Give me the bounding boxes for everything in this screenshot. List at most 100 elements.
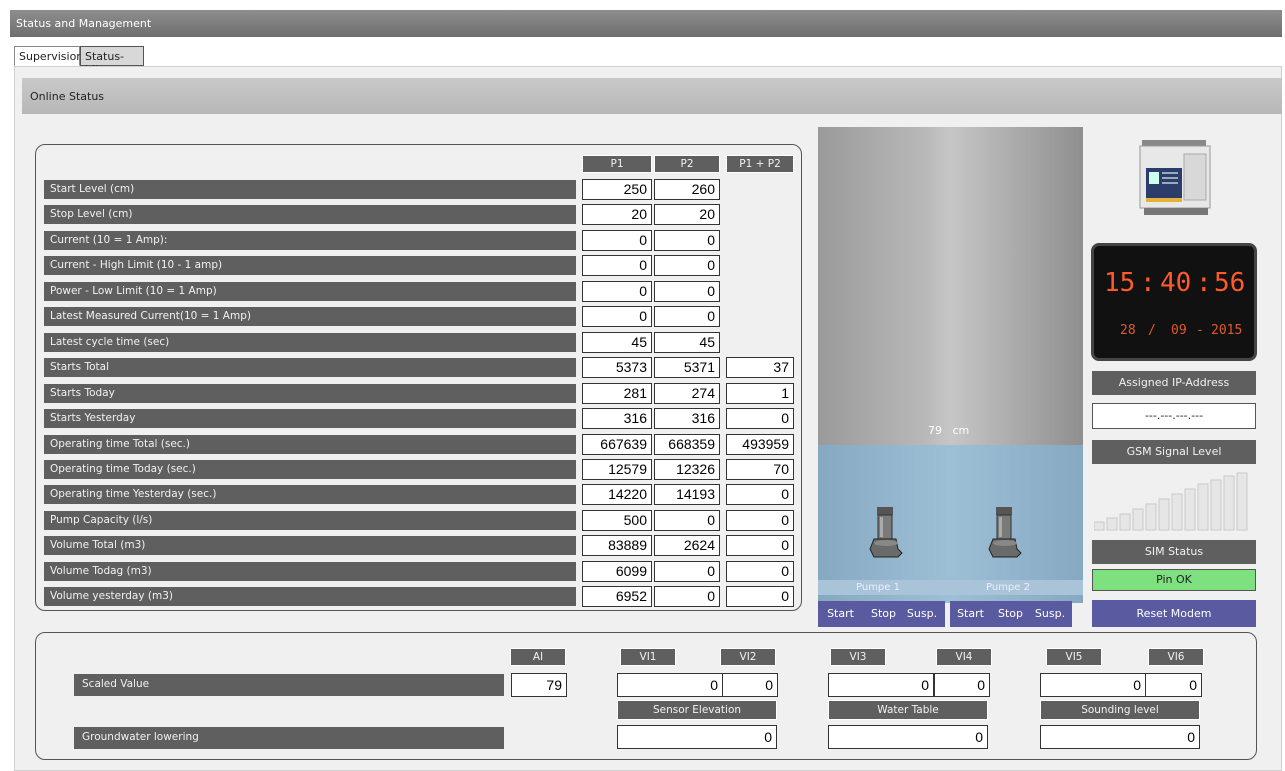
value-p2: 260	[654, 179, 720, 200]
clock-hours: 15	[1104, 268, 1136, 298]
gsm-signal-bars-icon	[1093, 472, 1254, 532]
value-p2: 20	[654, 204, 720, 225]
value-p1: 281	[582, 383, 652, 404]
value-p1-p2: 493959	[726, 434, 794, 455]
clock-display	[1091, 243, 1257, 361]
clock-date-separator-1: /	[1148, 323, 1156, 338]
value-p2: 0	[654, 510, 720, 531]
pump-2-label: Pumpe 2	[986, 582, 1030, 593]
channel-header-vi3: VI3	[830, 648, 886, 666]
scaled-value-vi2: 0	[722, 673, 778, 697]
row-label: Current (10 = 1 Amp):	[44, 231, 576, 250]
value-p1-p2: 0	[726, 408, 794, 429]
clock-minutes: 40	[1160, 268, 1192, 298]
row-label: Start Level (cm)	[44, 180, 576, 199]
value-p1: 500	[582, 510, 652, 531]
row-label: Operating time Yesterday (sec.)	[44, 485, 576, 504]
column-header-p2: P2	[654, 155, 720, 173]
pump-2-suspend-button[interactable]: Susp.	[1031, 603, 1069, 625]
value-p2: 14193	[654, 484, 720, 505]
value-p1: 83889	[582, 535, 652, 556]
sim-status-label: SIM Status	[1092, 540, 1256, 564]
tab-supervision[interactable]: Supervision	[14, 46, 83, 66]
pump-1-start-button[interactable]: Start	[824, 603, 857, 625]
value-p1: 6952	[582, 586, 652, 607]
gsm-signal-label: GSM Signal Level	[1092, 440, 1256, 464]
row-label: Starts Today	[44, 384, 576, 403]
scaled-value-vi6: 0	[1145, 673, 1202, 697]
window-title-bar: Status and Management	[10, 10, 1282, 37]
window-title: Status and Management	[16, 17, 152, 30]
scaled-value-vi3: 0	[828, 673, 934, 697]
value-p1: 5373	[582, 357, 652, 378]
pump-1-label: Pumpe 1	[856, 582, 900, 593]
plc-device-icon	[1138, 140, 1218, 225]
value-p1-p2: 0	[726, 484, 794, 505]
row-label: Latest Measured Current(10 = 1 Amp)	[44, 307, 576, 326]
channel-header-vi2: VI2	[720, 648, 776, 666]
scaled-value-vi5: 0	[1040, 673, 1146, 697]
scaled-value-vi4: 0	[934, 673, 990, 697]
clock-day: 28	[1120, 323, 1136, 338]
value-p2: 274	[654, 383, 720, 404]
groundwater-header: Sensor Elevation	[617, 700, 777, 720]
value-p2: 0	[654, 561, 720, 582]
row-label: Operating time Total (sec.)	[44, 435, 576, 454]
scaled-value-ai: 79	[511, 673, 567, 697]
value-p1-p2: 70	[726, 459, 794, 480]
value-p2: 5371	[654, 357, 720, 378]
value-p1: 250	[582, 179, 652, 200]
scaled-value-vi1: 0	[617, 673, 723, 697]
tank-level-readout: 79 cm	[928, 424, 969, 437]
row-label: Power - Low Limit (10 = 1 Amp)	[44, 282, 576, 301]
channel-header-ai: AI	[510, 648, 566, 666]
ip-address-label: Assigned IP-Address	[1092, 371, 1256, 395]
value-p2: 12326	[654, 459, 720, 480]
tab-status-bits[interactable]: Status-bits	[80, 46, 144, 76]
clock-separator-2: :	[1196, 268, 1212, 298]
value-p1-p2: 0	[726, 586, 794, 607]
row-label: Starts Total	[44, 358, 576, 377]
value-p2: 0	[654, 306, 720, 327]
value-p1: 12579	[582, 459, 652, 480]
channel-header-vi4: VI4	[936, 648, 992, 666]
value-p1: 0	[582, 281, 652, 302]
value-p2: 0	[654, 255, 720, 276]
value-p2: 316	[654, 408, 720, 429]
pump-1-suspend-button[interactable]: Susp.	[903, 603, 941, 625]
scaled-value-label: Scaled Value	[74, 674, 504, 696]
reset-modem-button[interactable]: Reset Modem	[1092, 600, 1256, 627]
pump-2-stop-button[interactable]: Stop	[993, 603, 1028, 625]
row-label: Operating time Today (sec.)	[44, 460, 576, 479]
row-label: Volume yesterday (m3)	[44, 587, 576, 606]
row-label: Latest cycle time (sec)	[44, 333, 576, 352]
value-p2: 0	[654, 586, 720, 607]
clock-month: 09	[1171, 323, 1187, 338]
groundwater-value: 0	[1040, 725, 1200, 749]
row-label: Current - High Limit (10 - 1 amp)	[44, 256, 576, 275]
value-p1: 667639	[582, 434, 652, 455]
groundwater-lowering-label: Groundwater lowering	[74, 727, 504, 749]
value-p1: 316	[582, 408, 652, 429]
tank-level-unit: cm	[952, 424, 970, 437]
row-label: Volume Todag (m3)	[44, 562, 576, 581]
value-p1-p2: 0	[726, 561, 794, 582]
value-p1: 0	[582, 306, 652, 327]
value-p2: 0	[654, 281, 720, 302]
pump-2-start-button[interactable]: Start	[954, 603, 987, 625]
value-p1-p2: 1	[726, 383, 794, 404]
value-p1-p2: 0	[726, 510, 794, 531]
value-p2: 0	[654, 230, 720, 251]
pump-1-stop-button[interactable]: Stop	[866, 603, 901, 625]
groundwater-header: Sounding level	[1040, 700, 1200, 720]
panel-title: Online Status	[30, 90, 105, 103]
sim-status-value: Pin OK	[1092, 569, 1256, 591]
groundwater-value: 0	[828, 725, 988, 749]
value-p1: 14220	[582, 484, 652, 505]
value-p1: 0	[582, 255, 652, 276]
row-label: Starts Yesterday	[44, 409, 576, 428]
row-label: Volume Total (m3)	[44, 536, 576, 555]
value-p2: 668359	[654, 434, 720, 455]
value-p1: 6099	[582, 561, 652, 582]
pump-1-icon	[868, 505, 904, 564]
